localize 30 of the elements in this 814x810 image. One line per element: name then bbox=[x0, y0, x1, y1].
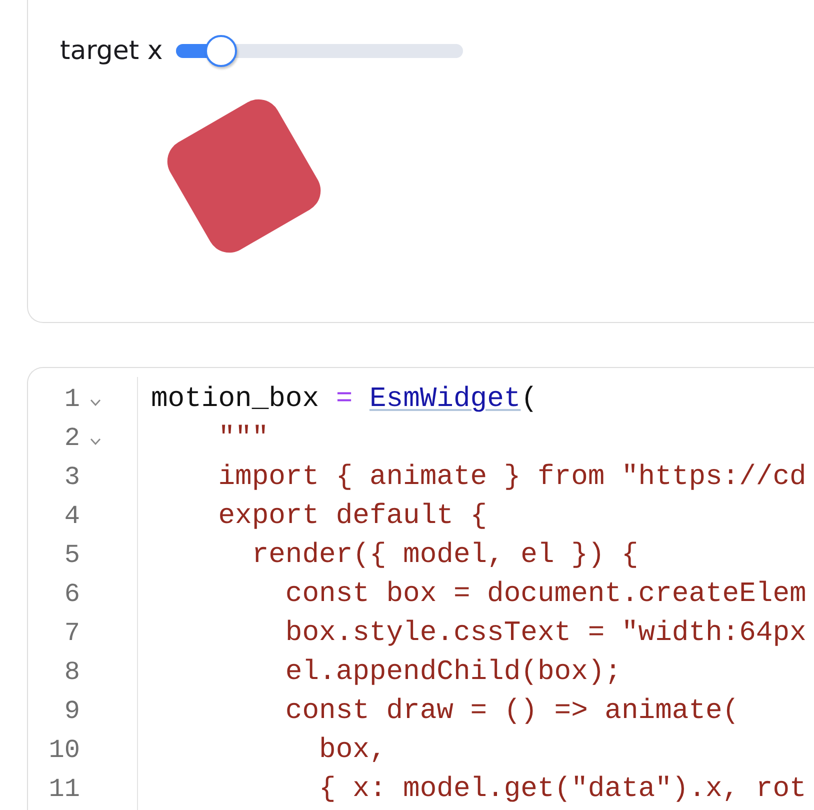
code-text: box, bbox=[319, 735, 386, 766]
slider-label: target x bbox=[60, 36, 163, 66]
line-number: 9 bbox=[63, 695, 80, 728]
slider-handle[interactable] bbox=[204, 35, 237, 67]
chevron-down-icon[interactable] bbox=[90, 438, 100, 445]
code-text: el.appendChild(box); bbox=[285, 657, 622, 688]
line-number: 1 bbox=[63, 383, 80, 416]
code-operator: = bbox=[336, 384, 353, 415]
line-number: 8 bbox=[63, 656, 80, 689]
code-text: render({ model, el }) { bbox=[252, 540, 638, 571]
code-text: """ bbox=[218, 423, 269, 454]
code-text: export default { bbox=[218, 501, 488, 532]
code-text: import { animate } from "https://cd bbox=[218, 462, 806, 493]
code-text: box.style.cssText = "width:64px bbox=[285, 618, 806, 649]
line-number: 4 bbox=[63, 500, 80, 533]
line-number: 5 bbox=[63, 539, 80, 572]
chevron-down-icon[interactable] bbox=[90, 399, 100, 406]
line-number: 7 bbox=[63, 617, 80, 650]
code-text: const box = document.createElem bbox=[285, 579, 806, 610]
code-text: ( bbox=[520, 384, 538, 415]
code-text: { x: model.get("data").x, rot bbox=[319, 774, 806, 805]
slider-track[interactable] bbox=[176, 44, 463, 58]
code-link[interactable]: EsmWidget bbox=[369, 384, 521, 415]
line-number: 3 bbox=[63, 461, 80, 494]
code-text: motion_box bbox=[151, 384, 320, 415]
line-number: 11 bbox=[48, 773, 80, 806]
line-number: 10 bbox=[48, 734, 80, 767]
line-number: 2 bbox=[63, 422, 80, 455]
line-number: 6 bbox=[63, 578, 80, 611]
code-text: const draw = () => animate( bbox=[285, 696, 740, 727]
